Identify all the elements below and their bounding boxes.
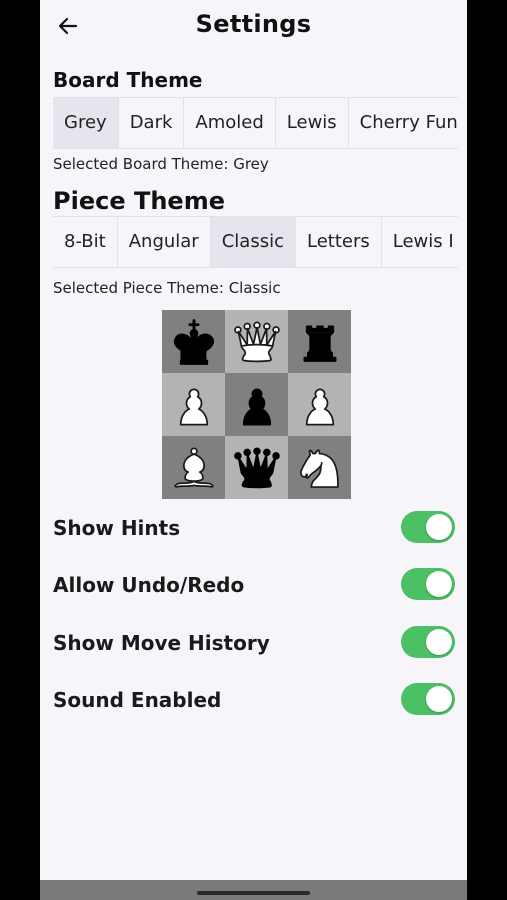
white-pawn-icon [179, 388, 208, 426]
board-square [225, 436, 288, 499]
piece-theme-option-letters[interactable]: Letters [296, 217, 382, 267]
selected-board-theme-text: Selected Board Theme: Grey [53, 155, 269, 173]
board-square [225, 373, 288, 436]
settings-screen: Settings Board Theme Grey Dark Amoled Le… [40, 0, 467, 900]
board-square [288, 373, 351, 436]
black-queen-icon [233, 446, 280, 488]
toggle-row-show-move-history: Show Move History [53, 623, 455, 663]
board-square [162, 310, 225, 373]
allow-undo-redo-switch[interactable] [401, 568, 455, 600]
board-square [288, 310, 351, 373]
page-title: Settings [195, 10, 312, 38]
piece-preview-board [162, 310, 351, 499]
header: Settings [40, 0, 467, 52]
show-hints-switch[interactable] [401, 511, 455, 543]
piece-theme-option-angular[interactable]: Angular [118, 217, 211, 267]
home-indicator[interactable] [197, 891, 310, 895]
show-hints-label: Show Hints [53, 516, 181, 540]
board-theme-chips[interactable]: Grey Dark Amoled Lewis Cherry Funk [53, 97, 458, 149]
piece-theme-option-8-bit[interactable]: 8-Bit [53, 217, 118, 267]
board-theme-option-amoled[interactable]: Amoled [184, 98, 276, 148]
allow-undo-redo-label: Allow Undo/Redo [53, 573, 245, 597]
sound-enabled-label: Sound Enabled [53, 688, 222, 712]
white-pawn-icon [305, 388, 334, 426]
black-rook-icon [303, 325, 336, 362]
board-theme-option-cherry-funk[interactable]: Cherry Funk [349, 98, 458, 148]
board-square [162, 373, 225, 436]
white-queen-icon [233, 320, 280, 362]
toggle-row-show-hints: Show Hints [53, 508, 455, 548]
board-theme-option-dark[interactable]: Dark [119, 98, 185, 148]
board-theme-option-grey[interactable]: Grey [53, 98, 119, 148]
switch-knob [426, 571, 452, 597]
white-knight-icon [299, 448, 339, 488]
switch-knob [426, 686, 452, 712]
show-move-history-label: Show Move History [53, 631, 270, 655]
black-king-icon [173, 318, 214, 365]
piece-theme-option-classic[interactable]: Classic [210, 217, 296, 267]
board-theme-heading: Board Theme [53, 68, 203, 92]
toggle-row-sound-enabled: Sound Enabled [53, 680, 455, 720]
switch-knob [426, 629, 452, 655]
show-move-history-switch[interactable] [401, 626, 455, 658]
selected-piece-theme-text: Selected Piece Theme: Classic [53, 279, 281, 297]
piece-theme-chips[interactable]: 8-Bit Angular Classic Letters Lewis I [53, 216, 458, 268]
white-bishop-icon [173, 446, 214, 488]
board-theme-option-lewis[interactable]: Lewis [276, 98, 349, 148]
black-pawn-icon [242, 388, 271, 426]
board-square [288, 436, 351, 499]
board-square [225, 310, 288, 373]
toggle-row-allow-undo-redo: Allow Undo/Redo [53, 565, 455, 605]
piece-theme-option-lewis[interactable]: Lewis I [382, 217, 458, 267]
switch-knob [426, 514, 452, 540]
board-square [162, 436, 225, 499]
system-navigation-bar [40, 880, 467, 900]
sound-enabled-switch[interactable] [401, 683, 455, 715]
piece-theme-heading: Piece Theme [53, 187, 225, 215]
